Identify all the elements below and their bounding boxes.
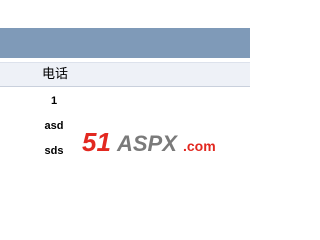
column-header-phone[interactable]: 电话 bbox=[36, 66, 74, 83]
table-cell-phone: 1 bbox=[50, 95, 58, 107]
watermark-51-text: 51 bbox=[82, 127, 111, 157]
watermark-domain-text: .com bbox=[183, 138, 216, 154]
table-header-row: 电话 bbox=[0, 62, 250, 87]
table-cell-phone: sds bbox=[44, 145, 64, 157]
watermark-logo: 51 ASPX .com bbox=[82, 127, 216, 157]
watermark-aspx-text: ASPX bbox=[116, 131, 178, 156]
table-row[interactable]: 1 bbox=[0, 92, 120, 117]
top-banner bbox=[0, 28, 250, 58]
table-cell-phone: asd bbox=[44, 120, 64, 132]
